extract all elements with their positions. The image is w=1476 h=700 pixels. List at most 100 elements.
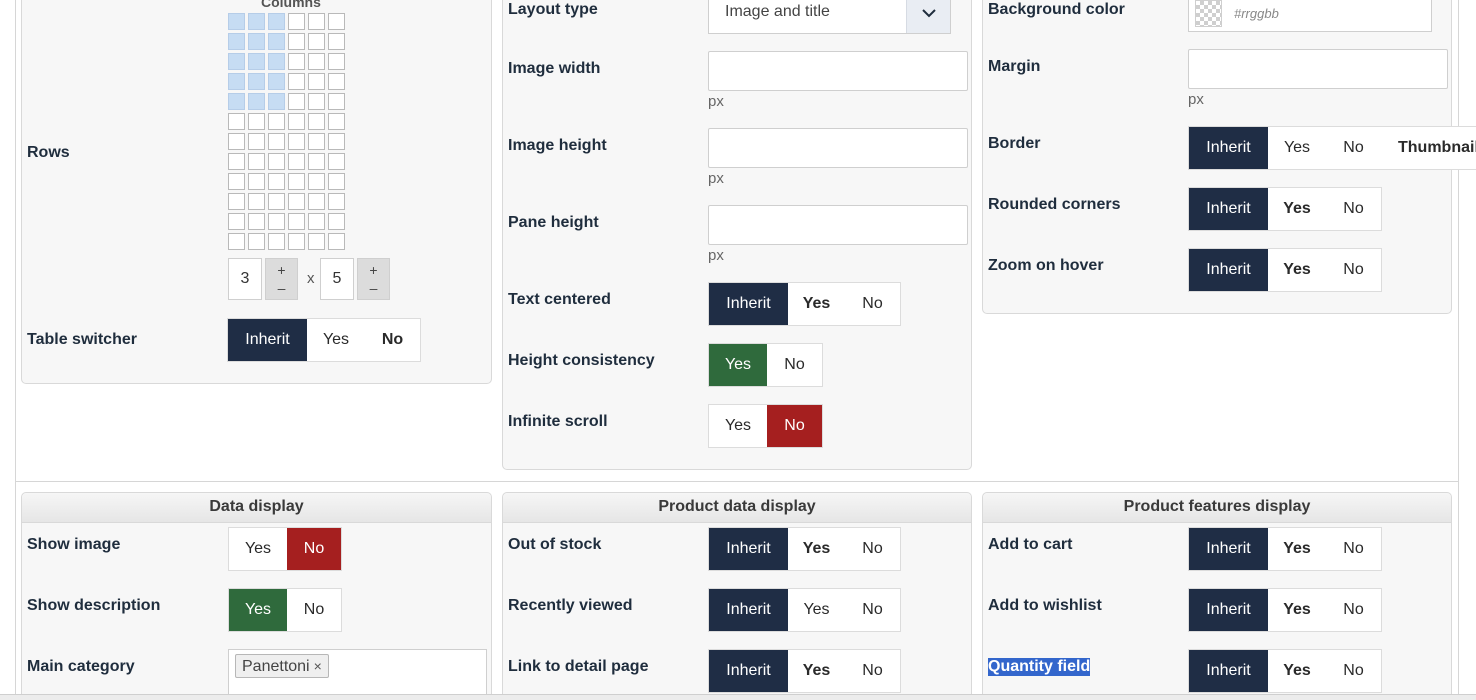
rows-stepper[interactable]: + – bbox=[265, 258, 298, 300]
grid-cell[interactable] bbox=[248, 173, 265, 190]
grid-cell-selected[interactable] bbox=[268, 13, 285, 30]
grid-cell-selected[interactable] bbox=[248, 53, 265, 70]
grid-cell[interactable] bbox=[228, 193, 245, 210]
grid-cell[interactable] bbox=[308, 53, 325, 70]
grid-cell[interactable] bbox=[268, 193, 285, 210]
grid-cell[interactable] bbox=[328, 33, 345, 50]
grid-cell[interactable] bbox=[288, 193, 305, 210]
grid-cell[interactable] bbox=[248, 133, 265, 150]
image-height-input[interactable] bbox=[708, 128, 968, 168]
margin-input[interactable] bbox=[1188, 49, 1448, 89]
plus-icon[interactable]: + bbox=[266, 261, 297, 279]
out-of-stock-toggle[interactable]: Inherit Yes No bbox=[708, 527, 901, 571]
zoom-on-hover-toggle[interactable]: Inherit Yes No bbox=[1188, 248, 1382, 292]
infinite-scroll-toggle[interactable]: Yes No bbox=[708, 404, 823, 448]
grid-cell-selected[interactable] bbox=[268, 93, 285, 110]
text-centered-toggle[interactable]: Inherit Yes No bbox=[708, 282, 901, 326]
show-image-yes[interactable]: Yes bbox=[229, 528, 287, 570]
infinite-scroll-no[interactable]: No bbox=[767, 405, 822, 447]
plus-icon[interactable]: + bbox=[358, 261, 389, 279]
recently-viewed-no[interactable]: No bbox=[845, 589, 900, 631]
grid-cell[interactable] bbox=[288, 173, 305, 190]
color-swatch-icon[interactable] bbox=[1195, 0, 1222, 27]
grid-cell-selected[interactable] bbox=[228, 13, 245, 30]
link-to-detail-page-yes[interactable]: Yes bbox=[788, 650, 845, 692]
grid-cell[interactable] bbox=[288, 113, 305, 130]
link-to-detail-page-toggle[interactable]: Inherit Yes No bbox=[708, 649, 901, 693]
grid-cell[interactable] bbox=[268, 113, 285, 130]
show-description-no[interactable]: No bbox=[287, 589, 341, 631]
grid-cell[interactable] bbox=[308, 193, 325, 210]
grid-cell-selected[interactable] bbox=[228, 93, 245, 110]
height-consistency-no[interactable]: No bbox=[767, 344, 822, 386]
table-switcher-yes[interactable]: Yes bbox=[307, 319, 365, 361]
table-switcher-inherit[interactable]: Inherit bbox=[228, 319, 307, 361]
grid-cell[interactable] bbox=[328, 53, 345, 70]
rows-value[interactable]: 3 bbox=[228, 258, 262, 300]
grid-cell-selected[interactable] bbox=[248, 93, 265, 110]
grid-cell[interactable] bbox=[288, 53, 305, 70]
grid-cell[interactable] bbox=[308, 153, 325, 170]
layout-type-select[interactable]: Image and title bbox=[708, 0, 951, 34]
grid-cell[interactable] bbox=[328, 233, 345, 250]
recently-viewed-yes[interactable]: Yes bbox=[788, 589, 845, 631]
grid-cell[interactable] bbox=[328, 73, 345, 90]
grid-cell[interactable] bbox=[308, 33, 325, 50]
grid-size-picker[interactable] bbox=[228, 13, 345, 250]
grid-cell[interactable] bbox=[248, 113, 265, 130]
border-thumbnail[interactable]: Thumbnail bbox=[1381, 127, 1476, 169]
grid-cell[interactable] bbox=[288, 153, 305, 170]
out-of-stock-yes[interactable]: Yes bbox=[788, 528, 845, 570]
grid-cell[interactable] bbox=[288, 213, 305, 230]
grid-cell[interactable] bbox=[248, 193, 265, 210]
show-description-yes[interactable]: Yes bbox=[229, 589, 287, 631]
columns-value[interactable]: 5 bbox=[320, 258, 354, 300]
quantity-field-toggle[interactable]: Inherit Yes No bbox=[1188, 649, 1382, 693]
grid-cell[interactable] bbox=[328, 133, 345, 150]
rounded-corners-yes[interactable]: Yes bbox=[1268, 188, 1326, 230]
grid-cell[interactable] bbox=[248, 213, 265, 230]
add-to-wishlist-toggle[interactable]: Inherit Yes No bbox=[1188, 588, 1382, 632]
grid-cell[interactable] bbox=[268, 213, 285, 230]
grid-cell[interactable] bbox=[308, 233, 325, 250]
text-centered-no[interactable]: No bbox=[845, 283, 900, 325]
quantity-field-no[interactable]: No bbox=[1326, 650, 1381, 692]
grid-cell[interactable] bbox=[288, 233, 305, 250]
grid-cell-selected[interactable] bbox=[268, 33, 285, 50]
grid-cell[interactable] bbox=[268, 153, 285, 170]
grid-cell[interactable] bbox=[328, 173, 345, 190]
show-image-toggle[interactable]: Yes No bbox=[228, 527, 342, 571]
border-yes[interactable]: Yes bbox=[1268, 127, 1326, 169]
grid-cell[interactable] bbox=[328, 113, 345, 130]
border-inherit[interactable]: Inherit bbox=[1189, 127, 1268, 169]
chevron-down-icon[interactable] bbox=[906, 0, 950, 33]
add-to-cart-toggle[interactable]: Inherit Yes No bbox=[1188, 527, 1382, 571]
show-description-toggle[interactable]: Yes No bbox=[228, 588, 342, 632]
quantity-field-inherit[interactable]: Inherit bbox=[1189, 650, 1268, 692]
recently-viewed-toggle[interactable]: Inherit Yes No bbox=[708, 588, 901, 632]
grid-cell[interactable] bbox=[288, 73, 305, 90]
grid-cell[interactable] bbox=[328, 193, 345, 210]
grid-cell[interactable] bbox=[268, 133, 285, 150]
grid-cell[interactable] bbox=[288, 13, 305, 30]
grid-cell[interactable] bbox=[228, 173, 245, 190]
grid-cell[interactable] bbox=[288, 93, 305, 110]
grid-cell[interactable] bbox=[308, 93, 325, 110]
add-to-cart-inherit[interactable]: Inherit bbox=[1189, 528, 1268, 570]
grid-cell[interactable] bbox=[308, 133, 325, 150]
grid-cell[interactable] bbox=[268, 233, 285, 250]
add-to-wishlist-no[interactable]: No bbox=[1326, 589, 1381, 631]
rounded-corners-inherit[interactable]: Inherit bbox=[1189, 188, 1268, 230]
grid-cell[interactable] bbox=[308, 13, 325, 30]
grid-cell[interactable] bbox=[328, 13, 345, 30]
rounded-corners-no[interactable]: No bbox=[1326, 188, 1381, 230]
zoom-on-hover-inherit[interactable]: Inherit bbox=[1189, 249, 1268, 291]
add-to-wishlist-inherit[interactable]: Inherit bbox=[1189, 589, 1268, 631]
add-to-cart-no[interactable]: No bbox=[1326, 528, 1381, 570]
table-switcher-no[interactable]: No bbox=[365, 319, 420, 361]
grid-cell[interactable] bbox=[308, 213, 325, 230]
grid-cell-selected[interactable] bbox=[248, 33, 265, 50]
grid-cell[interactable] bbox=[308, 173, 325, 190]
table-switcher-toggle[interactable]: Inherit Yes No bbox=[227, 318, 421, 362]
grid-cell[interactable] bbox=[248, 233, 265, 250]
